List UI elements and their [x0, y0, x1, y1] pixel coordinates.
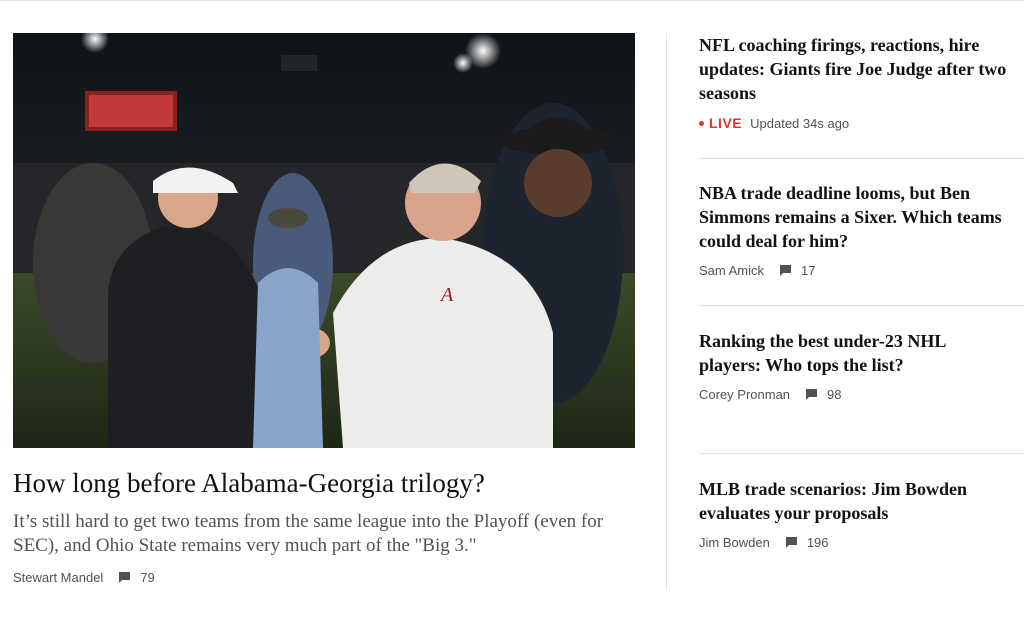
lead-story-author[interactable]: Stewart Mandel	[13, 570, 103, 585]
live-badge: LIVE	[709, 115, 743, 131]
rail-story-meta: LIVE Updated 34s ago	[699, 115, 1024, 131]
rail-story-author[interactable]: Corey Pronman	[699, 387, 790, 402]
comment-bubble-icon	[806, 389, 818, 400]
rail-story-headline[interactable]: Ranking the best under-23 NHL players: W…	[699, 329, 1011, 377]
rail-story-comments[interactable]: 196	[785, 535, 829, 550]
lead-story-comments[interactable]: 79	[119, 570, 155, 585]
rail-story-meta: Sam Amick 17	[699, 263, 1024, 278]
rail-story-headline[interactable]: MLB trade scenarios: Jim Bowden evaluate…	[699, 477, 1011, 525]
rail-story-headline[interactable]: NBA trade deadline looms, but Ben Simmon…	[699, 181, 1011, 253]
rail-story-author[interactable]: Jim Bowden	[699, 535, 770, 550]
comment-bubble-icon	[119, 572, 131, 583]
top-divider	[0, 0, 1024, 1]
comment-bubble-icon	[785, 537, 797, 548]
rail-story-comment-count: 98	[827, 387, 842, 402]
rail-story-comments[interactable]: 98	[806, 387, 842, 402]
rail-story-headline[interactable]: NFL coaching firings, reactions, hire up…	[699, 33, 1011, 105]
lead-story[interactable]: A How long before Alabama-Georgia trilog…	[13, 33, 635, 585]
live-dot-icon	[699, 120, 704, 126]
lead-story-photo[interactable]: A	[13, 33, 635, 448]
rail-story-author[interactable]: Sam Amick	[699, 263, 764, 278]
column-divider	[666, 33, 667, 590]
comment-bubble-icon	[780, 265, 792, 276]
rail-story-meta: Jim Bowden 196	[699, 535, 1024, 550]
svg-text:A: A	[439, 284, 454, 306]
rail-story[interactable]: NFL coaching firings, reactions, hire up…	[699, 33, 1024, 131]
rail-divider	[699, 158, 1024, 159]
rail-divider	[699, 453, 1024, 454]
rail-story-comment-count: 17	[801, 263, 816, 278]
rail-story-comments[interactable]: 17	[780, 263, 815, 278]
lead-story-meta: Stewart Mandel 79	[13, 570, 155, 585]
lead-story-comment-count: 79	[140, 570, 155, 585]
rail-story-meta: Corey Pronman 98	[699, 387, 1024, 402]
rail-story[interactable]: Ranking the best under-23 NHL players: W…	[699, 329, 1024, 402]
rail-story[interactable]: MLB trade scenarios: Jim Bowden evaluate…	[699, 477, 1024, 550]
rail-story-comment-count: 196	[806, 535, 829, 550]
lead-story-dek: It’s still hard to get two teams from th…	[13, 511, 604, 556]
rail-story[interactable]: NBA trade deadline looms, but Ben Simmon…	[699, 181, 1024, 278]
updated-timestamp: Updated 34s ago	[750, 115, 850, 131]
rail-divider	[699, 305, 1024, 306]
lead-story-headline[interactable]: How long before Alabama-Georgia trilogy?	[13, 466, 653, 500]
